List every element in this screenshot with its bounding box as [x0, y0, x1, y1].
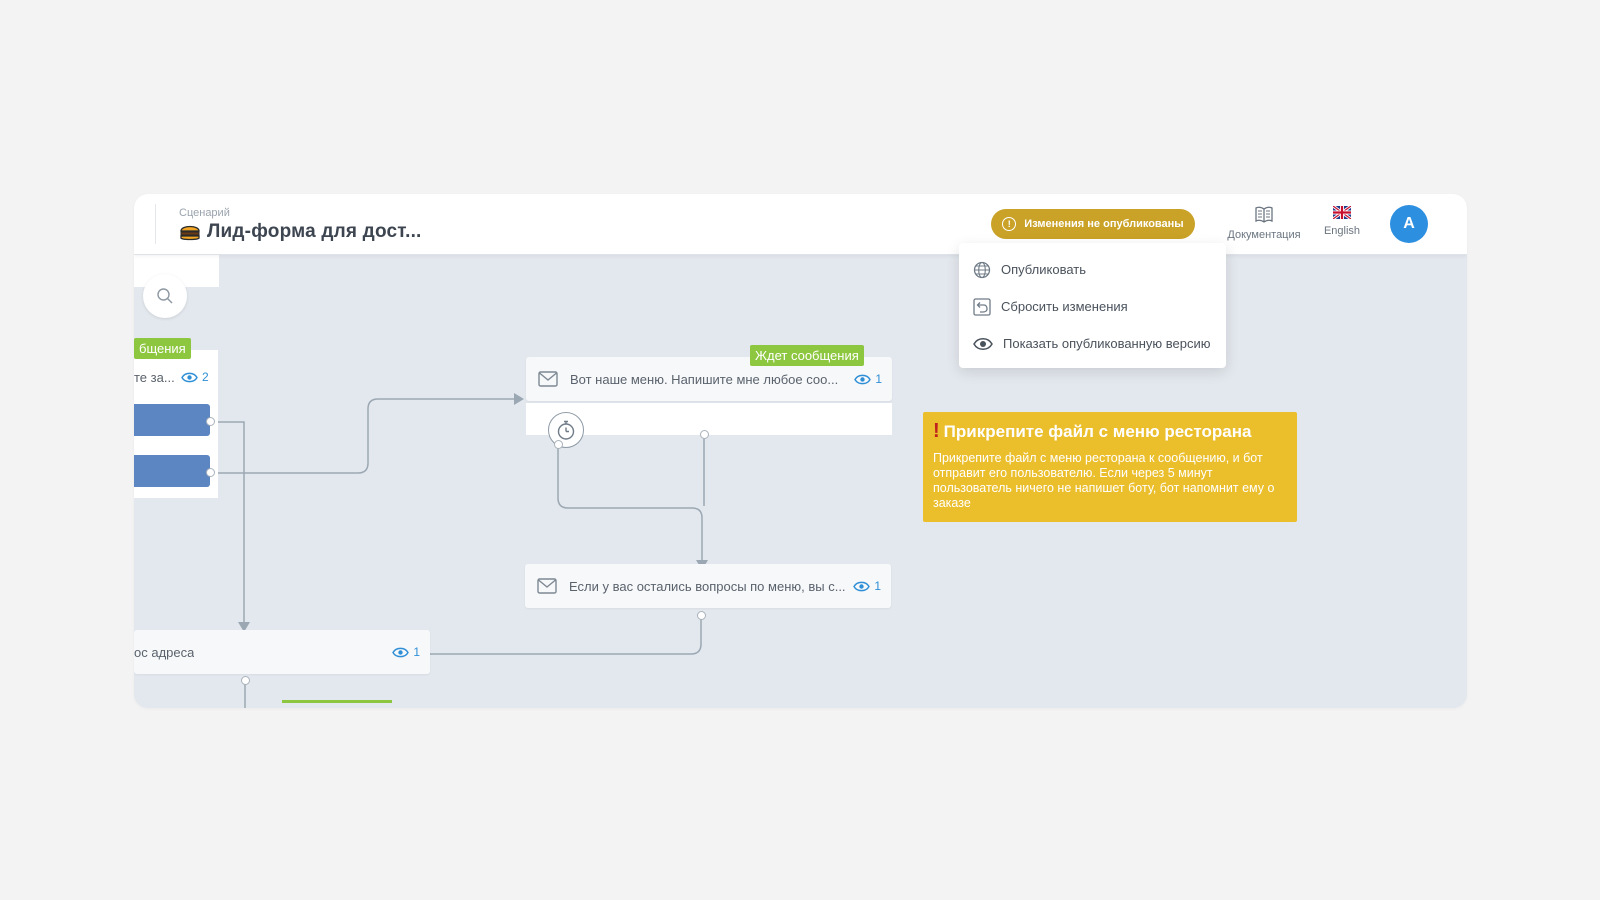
divider — [155, 204, 156, 244]
connection-port[interactable] — [554, 440, 563, 449]
burger-icon — [180, 225, 200, 241]
connection-port[interactable] — [697, 611, 706, 620]
connection-port[interactable] — [206, 417, 215, 426]
globe-icon — [973, 261, 991, 278]
connection-port[interactable] — [206, 468, 215, 477]
menu-item-label: Показать опубликованную версию — [1003, 336, 1211, 351]
node-views: 1 — [854, 372, 882, 386]
note-title-text: Прикрепите файл с меню ресторана — [943, 421, 1252, 441]
eye-icon — [181, 372, 198, 382]
publish-dropdown-menu: Опубликовать Сбросить изменения Показать… — [959, 243, 1226, 368]
sticky-note[interactable]: ! Прикрепите файл с меню ресторана Прикр… — [923, 412, 1297, 522]
node-status-tag: бщения — [134, 338, 191, 359]
uk-flag-icon — [1333, 206, 1351, 219]
eye-icon — [392, 647, 410, 657]
user-avatar[interactable]: A — [1390, 205, 1428, 243]
node-button-2[interactable] — [134, 455, 210, 487]
menu-item-label: Опубликовать — [1001, 262, 1087, 277]
documentation-link[interactable]: Документация — [1217, 206, 1311, 241]
views-count: 1 — [874, 579, 881, 593]
eye-icon — [854, 374, 872, 384]
top-bar: Сценарий Лид-форма для дост... ! Изменен… — [134, 194, 1467, 255]
unpublished-changes-label: Изменения не опубликованы — [1024, 218, 1184, 230]
menu-item-reset-changes[interactable]: Сбросить изменения — [959, 288, 1226, 325]
node-text: Если у вас остались вопросы по меню, вы … — [569, 578, 846, 594]
exclamation-icon: ! — [933, 420, 940, 442]
scenario-canvas[interactable]: бщения те за... 2 Вот наше меню. Напишит… — [134, 254, 1467, 708]
views-count: 2 — [202, 370, 209, 384]
eye-icon — [973, 337, 993, 350]
node-text: ос адреса — [134, 644, 195, 660]
language-label: English — [1323, 225, 1361, 237]
connection-port[interactable] — [700, 430, 709, 439]
node-views: 1 — [853, 579, 881, 593]
menu-item-publish[interactable]: Опубликовать — [959, 251, 1226, 288]
search-icon — [157, 288, 173, 304]
scenario-title[interactable]: Лид-форма для дост... — [179, 221, 422, 243]
menu-item-label: Сбросить изменения — [1001, 299, 1128, 314]
documentation-label: Документация — [1227, 229, 1301, 241]
views-count: 1 — [413, 645, 420, 659]
menu-item-show-published[interactable]: Показать опубликованную версию — [959, 325, 1226, 362]
waiting-message-tag: Ждет сообщения — [750, 345, 864, 366]
note-title: ! Прикрепите файл с меню ресторана — [933, 420, 1287, 443]
node-button-1[interactable] — [134, 404, 210, 436]
book-icon — [1255, 206, 1273, 223]
reset-icon — [973, 297, 991, 316]
warning-icon: ! — [1002, 217, 1017, 231]
views-count: 1 — [875, 372, 882, 386]
mail-icon — [538, 371, 558, 387]
message-node-questions[interactable]: Если у вас остались вопросы по меню, вы … — [525, 564, 891, 608]
connection-port[interactable] — [241, 676, 250, 685]
language-switch[interactable]: English — [1312, 206, 1372, 237]
canvas-search-button[interactable] — [143, 274, 187, 318]
node-views: 1 — [392, 645, 420, 659]
app-window: Сценарий Лид-форма для дост... ! Изменен… — [134, 194, 1467, 708]
message-node-address[interactable]: ос адреса 1 — [134, 630, 430, 674]
mail-icon — [537, 578, 557, 594]
eye-icon — [853, 581, 871, 591]
note-body: Прикрепите файл с меню ресторана к сообщ… — [933, 451, 1275, 510]
scenario-caption: Сценарий — [179, 207, 230, 219]
stopwatch-icon — [557, 420, 575, 440]
node-views: 2 — [181, 370, 209, 384]
unpublished-changes-button[interactable]: ! Изменения не опубликованы — [991, 209, 1195, 239]
node-text: Вот наше меню. Напишите мне любое соо... — [570, 371, 839, 387]
node-text: те за... — [134, 370, 175, 385]
scenario-title-text: Лид-форма для дост... — [207, 221, 422, 242]
